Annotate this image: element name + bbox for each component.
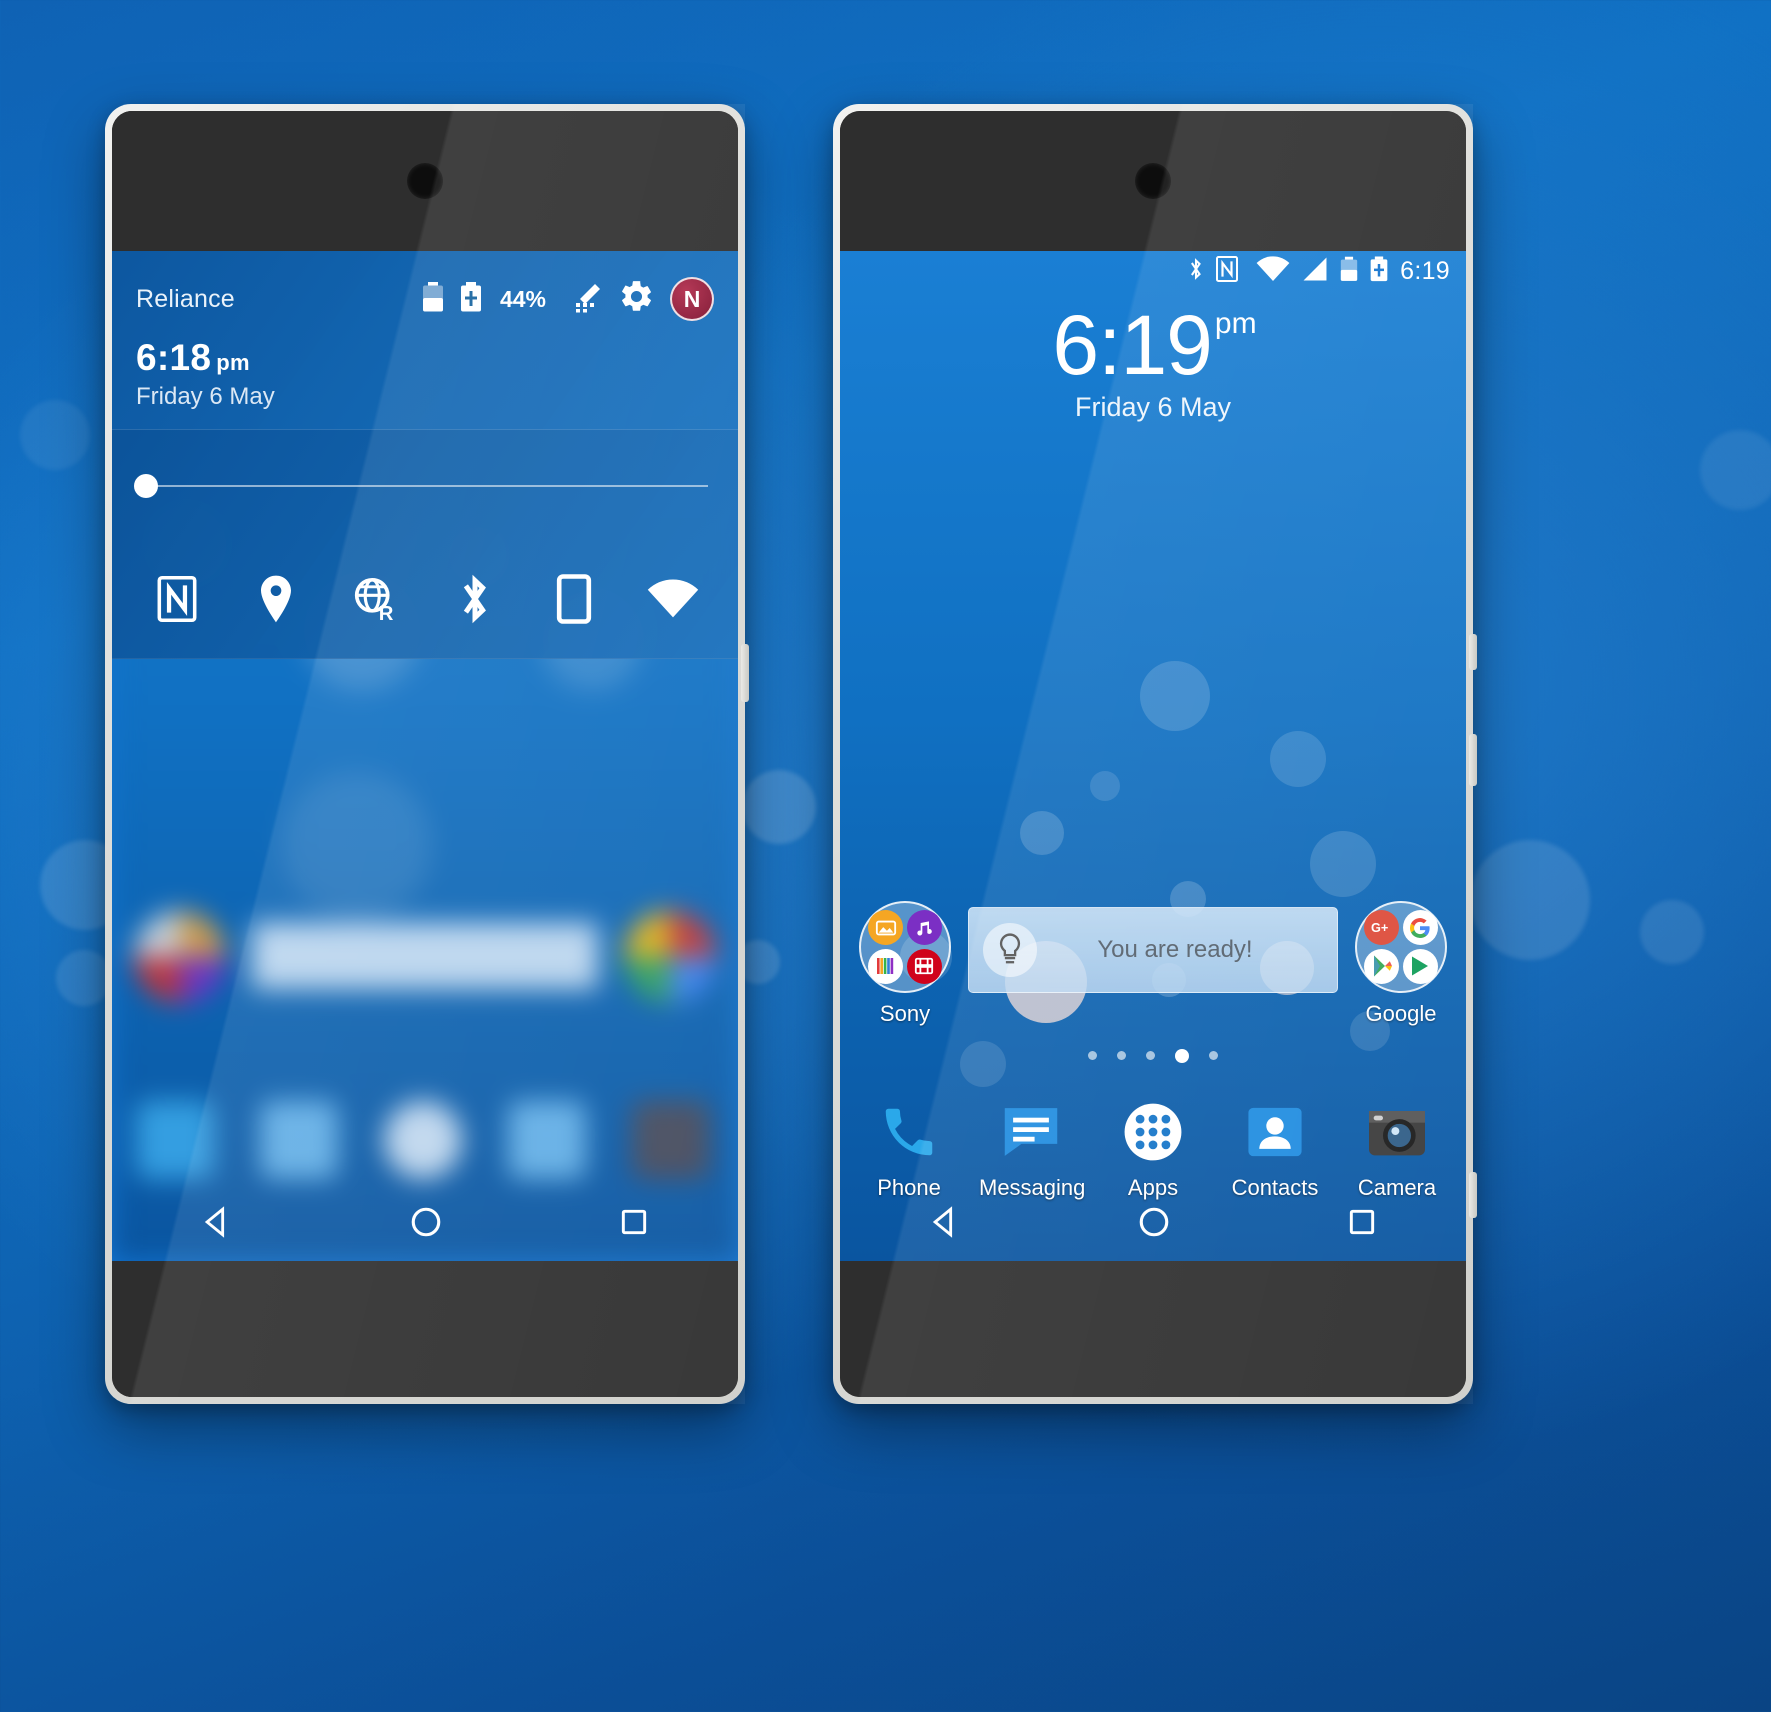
shade-clock-time: 6:18 (136, 337, 212, 378)
battery-percent-label: 44% (499, 285, 546, 312)
rotation-toggle[interactable] (545, 570, 603, 628)
home-clock-widget[interactable]: 6:19 pm Friday 6 May (840, 303, 1466, 423)
home-clock-date: Friday 6 May (1074, 392, 1232, 422)
page-dot[interactable] (1146, 1051, 1155, 1060)
tip-widget-text: You are ready! (1097, 936, 1253, 963)
google-plus-icon: G+ (1364, 910, 1399, 945)
stamina-battery-icon (1369, 256, 1389, 287)
stamina-battery-icon (459, 281, 483, 317)
home-button[interactable] (409, 1205, 443, 1244)
home-widget-row: Sony You are ready! G+ Google (840, 901, 1466, 1027)
sony-folder-icons (859, 901, 951, 993)
nova-badge-letter: N (683, 285, 701, 312)
front-camera (407, 163, 443, 199)
shade-date: Friday 6 May (136, 383, 275, 410)
volume-button-left[interactable] (741, 644, 749, 702)
messaging-app[interactable]: Messaging (979, 1096, 1085, 1201)
volume-button-right[interactable] (1469, 734, 1477, 786)
wifi-icon (1256, 255, 1290, 287)
page-indicator (840, 1049, 1466, 1063)
roaming-data-toggle[interactable]: R (346, 570, 404, 628)
power-button-right[interactable] (1469, 634, 1477, 670)
battery-icon (1340, 256, 1358, 287)
battery-icon (422, 281, 444, 317)
back-button[interactable] (200, 1205, 234, 1244)
message-bubble-icon (995, 1096, 1067, 1168)
camera-app[interactable]: Camera (1345, 1096, 1449, 1201)
right-navigation-bar (840, 1187, 1466, 1261)
movies-icon (906, 948, 942, 984)
bottom-bezel (112, 1261, 738, 1397)
nfc-icon (1215, 255, 1239, 287)
bluetooth-icon (1188, 256, 1204, 287)
settings-gear-icon[interactable] (618, 278, 655, 320)
camera-button-right[interactable] (1469, 1172, 1477, 1218)
page-dot[interactable] (1117, 1051, 1126, 1060)
carrier-label: Reliance (136, 284, 235, 313)
nova-launcher-icon[interactable]: N (670, 277, 714, 321)
google-folder[interactable]: G+ Google (1350, 901, 1452, 1027)
music-icon (906, 910, 942, 945)
phone-app[interactable]: Phone (857, 1096, 961, 1201)
wifi-toggle[interactable] (644, 570, 702, 628)
page-dot[interactable] (1209, 1051, 1218, 1060)
google-search-icon (1402, 910, 1438, 945)
edit-icon[interactable] (571, 281, 603, 318)
recents-button[interactable] (618, 1206, 650, 1243)
google-folder-icons: G+ (1355, 901, 1447, 993)
brightness-track[interactable] (134, 474, 708, 498)
apps-drawer[interactable]: Apps (1101, 1096, 1205, 1201)
nfc-toggle[interactable] (148, 570, 206, 628)
front-camera (1135, 163, 1171, 199)
phone-handset-icon (873, 1096, 945, 1168)
signal-icon (1301, 256, 1329, 287)
google-folder-label: Google (1365, 1001, 1437, 1026)
recents-button[interactable] (1346, 1206, 1378, 1243)
right-phone-device: 6:19 6:19 pm Friday 6 May Sony You are r… (833, 104, 1477, 1404)
what-s-new-icon (868, 948, 903, 984)
camera-lens-icon (1361, 1096, 1433, 1168)
top-bezel (840, 111, 1466, 251)
home-clock-time: 6:19 (1052, 298, 1212, 392)
notification-shade-header: Reliance 44% N 6:18 pm Friday 6 May (112, 251, 738, 430)
bluetooth-toggle[interactable] (446, 570, 504, 628)
play-music-icon (1402, 948, 1438, 984)
home-dock: Phone Messaging Apps Contacts Camera (840, 1096, 1466, 1201)
play-store-icon (1364, 948, 1399, 984)
contacts-app[interactable]: Contacts (1223, 1096, 1327, 1201)
svg-text:G+: G+ (1371, 921, 1388, 935)
contacts-person-icon (1239, 1096, 1311, 1168)
shade-clock-ampm: pm (216, 350, 250, 375)
app-grid-icon (1117, 1096, 1189, 1168)
right-phone-screen: 6:19 6:19 pm Friday 6 May Sony You are r… (840, 251, 1466, 1261)
quick-settings-row: R (142, 570, 708, 628)
left-navigation-bar (112, 1187, 738, 1261)
svg-text:R: R (379, 603, 394, 623)
status-bar-clock: 6:19 (1400, 256, 1450, 285)
left-phone-device: Reliance 44% N 6:18 pm Friday 6 May R (105, 104, 749, 1404)
shade-status-icons: 44% N (422, 277, 714, 321)
page-dot[interactable] (1088, 1051, 1097, 1060)
back-button[interactable] (928, 1205, 962, 1244)
status-bar: 6:19 (840, 251, 1466, 291)
brightness-knob[interactable] (134, 474, 158, 498)
page-dot-active[interactable] (1175, 1049, 1189, 1063)
album-icon (868, 910, 903, 945)
sony-folder-label: Sony (879, 1001, 931, 1026)
xperia-lounge-tip-widget[interactable]: You are ready! (968, 907, 1338, 993)
lightbulb-icon (983, 923, 1037, 977)
sony-folder[interactable]: Sony (854, 901, 956, 1027)
shade-clock: 6:18 pm (136, 337, 714, 379)
location-toggle[interactable] (247, 570, 305, 628)
brightness-slider[interactable] (134, 466, 708, 506)
home-button[interactable] (1137, 1205, 1171, 1244)
top-bezel (112, 111, 738, 251)
quick-settings-panel: R (112, 430, 738, 659)
home-clock-ampm: pm (1214, 307, 1257, 340)
bottom-bezel (840, 1261, 1466, 1397)
left-phone-screen: Reliance 44% N 6:18 pm Friday 6 May R (112, 251, 738, 1261)
